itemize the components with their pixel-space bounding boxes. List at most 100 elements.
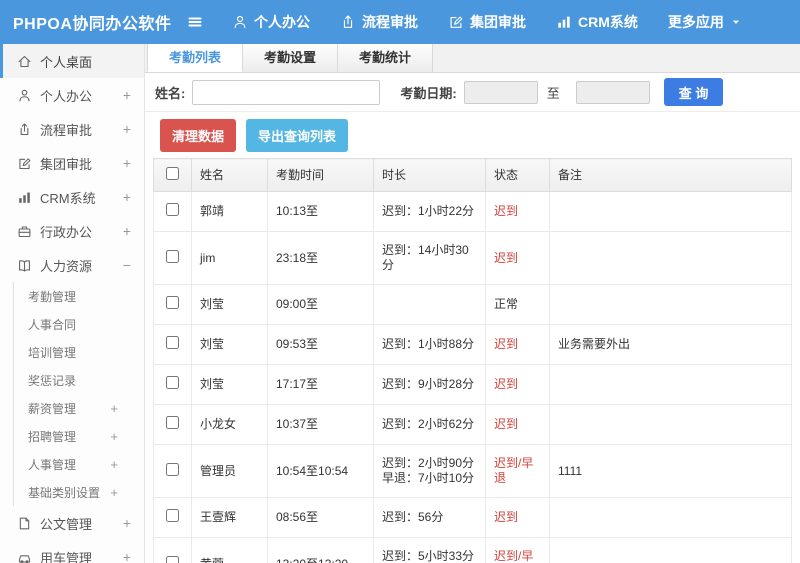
tab-1[interactable]: 考勤设置 bbox=[243, 44, 339, 72]
expand-toggle-icon[interactable]: + bbox=[123, 189, 131, 205]
expand-toggle-icon[interactable]: + bbox=[123, 549, 131, 563]
duration-line: 迟到：9小时28分 bbox=[382, 377, 475, 391]
row-checkbox[interactable] bbox=[166, 509, 179, 522]
status-badge: 迟到/早退 bbox=[494, 456, 534, 485]
expand-toggle-icon[interactable]: + bbox=[123, 223, 131, 239]
duration-cell: 迟到：1小时88分 bbox=[373, 324, 486, 365]
select-all-checkbox[interactable] bbox=[166, 167, 179, 180]
topnav-item-0[interactable]: 个人办公 bbox=[232, 12, 310, 32]
sidebar-item-label: 个人桌面 bbox=[40, 54, 93, 70]
sidebar-subitem-label: 人事合同 bbox=[28, 317, 77, 332]
sidebar-item-label: 用车管理 bbox=[40, 550, 93, 563]
hamburger-menu-button[interactable] bbox=[186, 13, 206, 31]
employee-name-link[interactable]: jim bbox=[191, 231, 268, 285]
sidebar-subitem-6-2[interactable]: 培训管理 bbox=[14, 338, 144, 366]
employee-name-link[interactable]: 郭靖 bbox=[191, 191, 268, 232]
menu-icon bbox=[188, 17, 202, 27]
sidebar-item-4[interactable]: CRM系统 + bbox=[0, 180, 144, 214]
sidebar-item-8[interactable]: 用车管理 + bbox=[0, 540, 144, 563]
row-checkbox-cell bbox=[153, 231, 192, 285]
sidebar-item-5[interactable]: 行政办公 + bbox=[0, 214, 144, 248]
status-cell: 迟到 bbox=[485, 497, 550, 538]
duration-cell: 迟到：56分 bbox=[373, 497, 486, 538]
expand-toggle-icon[interactable]: + bbox=[110, 401, 118, 416]
row-checkbox[interactable] bbox=[166, 376, 179, 389]
row-checkbox[interactable] bbox=[166, 203, 179, 216]
duration-line: 早退：7小时10分 bbox=[382, 471, 475, 485]
employee-name-link[interactable]: 王壹辉 bbox=[191, 497, 268, 538]
row-checkbox[interactable] bbox=[166, 462, 179, 476]
column-header-3: 状态 bbox=[485, 158, 550, 192]
date-from-input[interactable] bbox=[463, 80, 538, 104]
topnav-label: 集团审批 bbox=[470, 14, 526, 30]
row-checkbox[interactable] bbox=[166, 296, 179, 309]
clear-data-button[interactable]: 清理数据 bbox=[160, 118, 237, 152]
duration-line: 迟到：14小时30分 bbox=[382, 243, 469, 272]
sidebar-subitem-6-3[interactable]: 奖惩记录 bbox=[14, 366, 144, 394]
table-row: jim 23:18至 迟到：14小时30分 迟到 bbox=[153, 231, 792, 285]
attendance-time-cell: 10:54至10:54 bbox=[267, 444, 374, 498]
select-all-cell bbox=[153, 158, 192, 192]
employee-name-link[interactable]: 小龙女 bbox=[191, 404, 268, 445]
status-badge: 迟到 bbox=[494, 337, 519, 351]
topnav-item-4[interactable]: 更多应用 bbox=[668, 12, 742, 32]
employee-name-link[interactable]: 管理员 bbox=[191, 444, 268, 498]
expand-toggle-icon[interactable]: + bbox=[123, 121, 131, 137]
duration-line: 迟到：56分 bbox=[382, 510, 444, 524]
sidebar-item-label: 人力资源 bbox=[40, 258, 93, 274]
employee-name-link[interactable]: 黄蓉 bbox=[191, 537, 268, 563]
sidebar-item-0[interactable]: 个人桌面 bbox=[0, 44, 144, 78]
expand-toggle-icon[interactable]: + bbox=[110, 429, 118, 444]
sidebar-subitem-6-6[interactable]: 人事管理 + bbox=[14, 450, 144, 478]
attendance-time-cell: 10:13至 bbox=[267, 191, 374, 232]
date-to-input[interactable] bbox=[575, 80, 650, 104]
sidebar-item-3[interactable]: 集团审批 + bbox=[0, 146, 144, 180]
expand-toggle-icon[interactable]: + bbox=[110, 485, 118, 500]
status-cell: 迟到 bbox=[485, 404, 550, 445]
sidebar-subitem-6-4[interactable]: 薪资管理 + bbox=[14, 394, 144, 422]
attendance-time-cell: 23:18至 bbox=[267, 231, 374, 285]
topnav-item-2[interactable]: 集团审批 bbox=[448, 12, 526, 32]
tab-0[interactable]: 考勤列表 bbox=[147, 44, 244, 72]
sidebar-subitem-6-1[interactable]: 人事合同 bbox=[14, 310, 144, 338]
employee-name-link[interactable]: 刘莹 bbox=[191, 284, 268, 325]
export-list-button[interactable]: 导出查询列表 bbox=[246, 118, 349, 152]
sidebar-item-label: CRM系统 bbox=[40, 190, 96, 206]
date-to-label: 至 bbox=[546, 85, 560, 101]
expand-toggle-icon[interactable]: + bbox=[123, 155, 131, 171]
status-cell: 迟到 bbox=[485, 231, 550, 285]
sidebar-subitem-6-5[interactable]: 招聘管理 + bbox=[14, 422, 144, 450]
row-checkbox[interactable] bbox=[166, 249, 179, 263]
row-checkbox-cell bbox=[153, 324, 192, 365]
main-content: 考勤列表 考勤设置 考勤统计 姓名: 考勤日期: 至 查 询 清理数据 导出查询列表… bbox=[145, 44, 800, 563]
query-button[interactable]: 查 询 bbox=[663, 78, 724, 106]
sidebar-item-2[interactable]: 流程审批 + bbox=[0, 112, 144, 146]
sidebar-item-1[interactable]: 个人办公 + bbox=[0, 78, 144, 112]
table-row: 黄蓉13:20至13:20迟到：5小时33分早退：4小时67分迟到/早退 bbox=[153, 537, 792, 563]
topnav-item-3[interactable]: CRM系统 bbox=[556, 12, 638, 32]
expand-toggle-icon[interactable]: − bbox=[123, 257, 131, 273]
row-checkbox[interactable] bbox=[166, 555, 179, 563]
expand-toggle-icon[interactable]: + bbox=[110, 457, 118, 472]
sidebar-subitem-label: 培训管理 bbox=[28, 345, 77, 360]
duration-cell: 迟到：1小时22分 bbox=[373, 191, 486, 232]
expand-toggle-icon[interactable]: + bbox=[123, 515, 131, 531]
sidebar-sublist: 考勤管理 人事合同 培训管理 奖惩记录 薪资管理 + 招聘管理 + 人事管理 + 基础类别设置 + bbox=[13, 282, 144, 506]
status-badge: 迟到 bbox=[494, 250, 519, 265]
topnav-item-1[interactable]: 流程审批 bbox=[340, 12, 418, 32]
expand-toggle-icon[interactable]: + bbox=[123, 87, 131, 103]
tab-2[interactable]: 考勤统计 bbox=[338, 44, 434, 72]
row-checkbox[interactable] bbox=[166, 416, 179, 429]
sidebar-item-6[interactable]: 人力资源 − bbox=[0, 248, 144, 282]
sidebar-item-7[interactable]: 公文管理 + bbox=[0, 506, 144, 540]
employee-name-link[interactable]: 刘莹 bbox=[191, 324, 268, 365]
name-input[interactable] bbox=[192, 79, 381, 105]
sidebar-subitem-label: 招聘管理 bbox=[28, 429, 77, 444]
row-checkbox[interactable] bbox=[166, 336, 179, 349]
employee-name-link[interactable]: 刘莹 bbox=[191, 364, 268, 405]
table-row: 管理员 10:54至10:54 迟到：2小时90分 早退：7小时10分 迟到/早退 111… bbox=[153, 444, 792, 498]
table-row: 刘莹 09:53至 迟到：1小时88分 迟到 业务需要外出 bbox=[153, 324, 792, 365]
row-checkbox-cell bbox=[153, 537, 192, 563]
sidebar-subitem-6-7[interactable]: 基础类别设置 + bbox=[14, 478, 144, 506]
sidebar-subitem-6-0[interactable]: 考勤管理 bbox=[14, 282, 144, 310]
